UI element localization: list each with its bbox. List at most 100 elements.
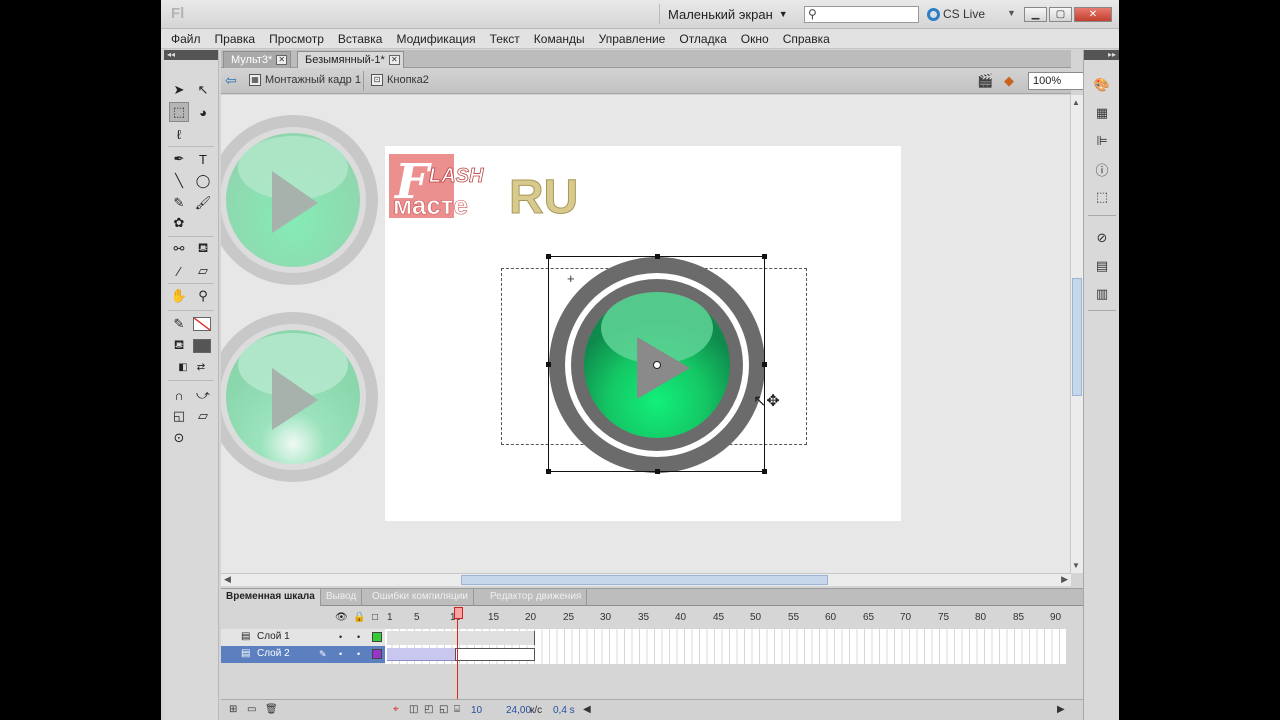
scale-icon[interactable]: ▱ — [193, 406, 213, 426]
back-arrow-icon[interactable]: ⇦ — [225, 73, 241, 89]
breadcrumb-symbol[interactable]: ⊡ Кнопка2 — [371, 74, 429, 86]
transform-handle[interactable] — [655, 254, 660, 259]
edit-symbols-icon[interactable]: ◆ — [1004, 73, 1014, 89]
edit-scene-icon[interactable]: 🎬 — [977, 73, 993, 89]
default-colors-icon[interactable]: ◧ — [173, 357, 193, 377]
smooth-icon[interactable]: ⤻ — [193, 385, 213, 405]
playhead[interactable] — [454, 607, 463, 619]
subselection-tool-icon[interactable]: ↖ — [193, 80, 213, 100]
fill-color-icon[interactable]: ⛾ — [169, 336, 189, 356]
swatches-panel-icon[interactable]: ▦ — [1092, 103, 1112, 123]
fill-color-swatch[interactable] — [193, 339, 211, 353]
selection-tool-icon[interactable]: ➤ — [169, 80, 189, 100]
line-tool-icon[interactable]: ╲ — [169, 171, 189, 191]
lock-icon[interactable]: 🔒 — [353, 612, 365, 623]
onion-skin-icon[interactable]: ◫ — [409, 704, 418, 715]
new-layer-icon[interactable]: ⊞ — [229, 704, 237, 715]
onion-outline-icon[interactable]: ◰ — [424, 704, 433, 715]
menu-item-debug[interactable]: Отладка — [679, 32, 726, 46]
tab-output[interactable]: Вывод — [321, 589, 363, 606]
stroke-color-swatch[interactable] — [193, 317, 211, 331]
color-panel-icon[interactable]: 🎨 — [1092, 75, 1112, 95]
bone-tool-icon[interactable]: ⚯ — [169, 239, 189, 259]
edit-multiple-frames-icon[interactable]: ◱ — [439, 704, 448, 715]
lasso-tool-icon[interactable]: ℓ — [169, 124, 189, 144]
snap-magnet-icon[interactable]: ∩ — [169, 385, 189, 405]
transform-handle[interactable] — [546, 469, 551, 474]
paint-bucket-tool-icon[interactable]: ⛾ — [193, 239, 213, 259]
info-panel-icon[interactable]: ⓘ — [1092, 159, 1112, 179]
menu-item-window[interactable]: Окно — [741, 32, 769, 46]
horizontal-scrollbar[interactable]: ◀ ▶ — [221, 573, 1071, 586]
layer-row[interactable]: ▤ Слой 2 ✎ • • — [221, 646, 385, 663]
motion-tween-span[interactable] — [387, 648, 455, 661]
transform-handle[interactable] — [546, 362, 551, 367]
scroll-right-icon[interactable]: ▶ — [1061, 574, 1068, 585]
brush-tool-icon[interactable]: 🖌 — [193, 193, 213, 213]
scroll-left-icon[interactable]: ◀ — [224, 574, 231, 585]
panel-grip[interactable]: ◂◂ — [164, 50, 218, 60]
new-folder-icon[interactable]: ▭ — [247, 704, 256, 715]
layer1-frames[interactable] — [387, 631, 535, 645]
vertical-scrollbar[interactable]: ▲ ▼ — [1070, 95, 1083, 573]
stroke-color-icon[interactable]: ✎ — [169, 314, 189, 334]
transform-panel-icon[interactable]: ⬚ — [1092, 187, 1112, 207]
3d-rotation-tool-icon[interactable]: ◕ — [193, 102, 213, 122]
align-panel-icon[interactable]: ⊫ — [1092, 131, 1112, 151]
cs-live-button[interactable]: CS Live — [927, 7, 985, 21]
layer2-frames[interactable] — [455, 648, 535, 661]
menu-item-file[interactable]: Файл — [171, 32, 201, 46]
lock-dot[interactable]: • — [357, 646, 360, 662]
transform-handle[interactable] — [762, 469, 767, 474]
tab-compiler-errors[interactable]: Ошибки компиляции — [367, 589, 474, 606]
outline-icon[interactable]: □ — [372, 612, 378, 623]
library-panel-icon[interactable]: ▥ — [1092, 284, 1112, 304]
free-transform-bounds[interactable] — [546, 254, 767, 474]
onion-markers-icon[interactable]: ⌸ — [454, 704, 460, 715]
tab-timeline[interactable]: Временная шкала — [221, 589, 321, 606]
pasteboard[interactable]: F LASH масте RU + ↖✥ — [221, 95, 1071, 573]
menu-item-commands[interactable]: Команды — [534, 32, 585, 46]
visibility-dot[interactable]: • — [339, 646, 342, 662]
layer-color-swatch[interactable] — [372, 632, 382, 642]
menu-item-text[interactable]: Текст — [490, 32, 520, 46]
eye-icon[interactable]: 👁 — [335, 612, 348, 623]
layer-row[interactable]: ▤ Слой 1 • • — [221, 629, 385, 646]
eyedropper-tool-icon[interactable]: ⁄ — [169, 261, 189, 281]
minimize-button[interactable]: ▁ — [1024, 7, 1047, 22]
pen-tool-icon[interactable]: ✒ — [169, 149, 189, 169]
motion-presets-icon[interactable]: ⊘ — [1092, 228, 1112, 248]
eraser-tool-icon[interactable]: ▱ — [193, 261, 213, 281]
scroll-right-icon[interactable]: ▶ — [1057, 704, 1065, 715]
oval-tool-icon[interactable]: ◯ — [193, 171, 213, 191]
tab-motion-editor[interactable]: Редактор движения — [485, 589, 588, 606]
workspace-switcher[interactable]: Маленький экран ▼ — [659, 4, 788, 24]
swap-colors-icon[interactable]: ⇄ — [191, 357, 211, 377]
maximize-button[interactable]: ▢ — [1049, 7, 1072, 22]
tab-untitled-1[interactable]: Безымянный-1* ✕ — [297, 51, 404, 68]
panel-grip[interactable]: ▸▸ — [1084, 50, 1119, 60]
chevron-down-icon[interactable]: ▼ — [1007, 8, 1016, 18]
components-panel-icon[interactable]: ▤ — [1092, 256, 1112, 276]
menu-item-insert[interactable]: Вставка — [338, 32, 383, 46]
center-frame-icon[interactable]: ⌖ — [393, 704, 399, 715]
scroll-thumb[interactable] — [461, 575, 828, 585]
visibility-dot[interactable]: • — [339, 629, 342, 645]
search-box[interactable]: ⚲ — [804, 6, 919, 23]
menu-item-edit[interactable]: Правка — [215, 32, 256, 46]
delete-layer-icon[interactable]: 🗑 — [265, 704, 278, 715]
close-icon[interactable]: ✕ — [276, 55, 288, 65]
pencil-tool-icon[interactable]: ✎ — [169, 193, 189, 213]
menu-item-help[interactable]: Справка — [783, 32, 830, 46]
close-button[interactable]: ✕ — [1074, 7, 1112, 22]
menu-item-control[interactable]: Управление — [599, 32, 666, 46]
transform-handle[interactable] — [762, 254, 767, 259]
zoom-tool-icon[interactable]: ⚲ — [193, 286, 213, 306]
deco-tool-icon[interactable]: ✿ — [169, 213, 189, 233]
breadcrumb-scene[interactable]: ▦ Монтажный кадр 1 — [249, 74, 361, 86]
transform-handle[interactable] — [546, 254, 551, 259]
scroll-thumb[interactable] — [1072, 278, 1082, 396]
close-icon[interactable]: ✕ — [388, 55, 400, 65]
envelope-icon[interactable]: ⊙ — [169, 428, 189, 448]
layer-color-swatch[interactable] — [372, 649, 382, 659]
